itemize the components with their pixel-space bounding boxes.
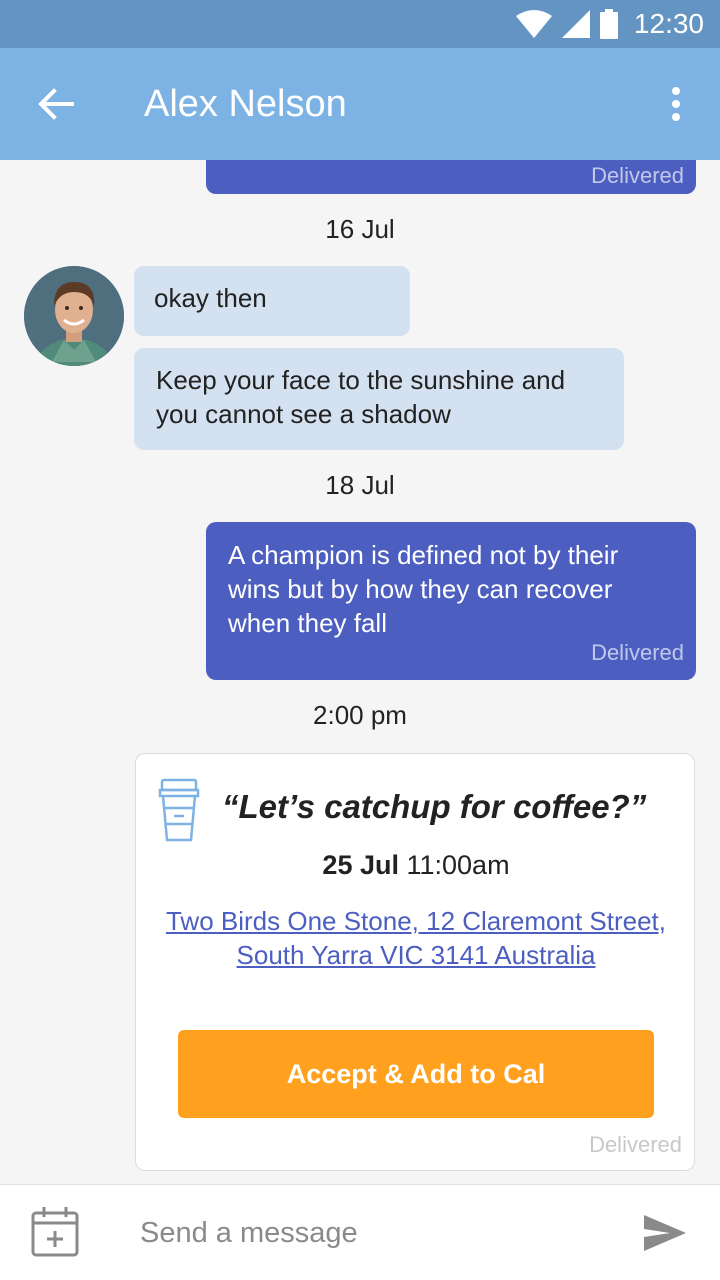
coffee-cup-icon (158, 778, 200, 842)
status-icons: 12:30 (515, 6, 704, 42)
battery-icon (599, 9, 618, 39)
message-input[interactable] (140, 1207, 610, 1259)
outgoing-message-partial: Delivered (206, 160, 696, 194)
incoming-message[interactable]: Keep your face to the sunshine and you c… (134, 348, 624, 450)
invite-date: 25 Jul (322, 850, 399, 880)
signal-icon (561, 10, 590, 38)
accept-add-to-calendar-button[interactable]: Accept & Add to Cal (178, 1030, 654, 1118)
delivered-status: Delivered (589, 1132, 682, 1157)
message-text: A champion is defined not by their wins … (228, 540, 619, 638)
outgoing-message[interactable]: A champion is defined not by their wins … (206, 522, 696, 680)
chat-area[interactable]: Delivered 16 Jul okay then Keep your fac… (0, 160, 720, 1184)
invite-address-link[interactable]: Two Birds One Stone, 12 Claremont Street… (156, 904, 676, 972)
avatar[interactable] (24, 266, 124, 366)
invite-title: “Let’s catchup for coffee?” (222, 788, 647, 825)
message-text: okay then (154, 283, 267, 313)
incoming-message[interactable]: okay then (134, 266, 410, 336)
message-text: Keep your face to the sunshine and you c… (156, 365, 566, 429)
message-composer (0, 1184, 720, 1280)
delivered-status: Delivered (591, 163, 684, 188)
more-vert-icon (672, 87, 680, 121)
invite-time: 11:00am (406, 850, 510, 880)
calendar-add-icon[interactable] (30, 1205, 80, 1257)
date-separator: 18 Jul (325, 470, 395, 500)
send-icon[interactable] (640, 1209, 690, 1257)
delivered-status: Delivered (591, 640, 684, 665)
status-time: 12:30 (633, 8, 704, 39)
back-arrow-icon (38, 88, 74, 120)
contact-name: Alex Nelson (144, 83, 347, 125)
more-options-button[interactable] (656, 82, 696, 126)
contact-photo (24, 266, 124, 366)
status-bar: 12:30 (0, 0, 720, 48)
wifi-icon (515, 10, 552, 38)
back-button[interactable] (32, 82, 80, 126)
time-separator: 2:00 pm (313, 700, 407, 730)
invite-card: “Let’s catchup for coffee?” 25 Jul 11:00… (135, 753, 695, 1171)
app-bar: Alex Nelson (0, 48, 720, 160)
invite-datetime: 25 Jul 11:00am (136, 850, 696, 881)
date-separator: 16 Jul (325, 214, 395, 244)
